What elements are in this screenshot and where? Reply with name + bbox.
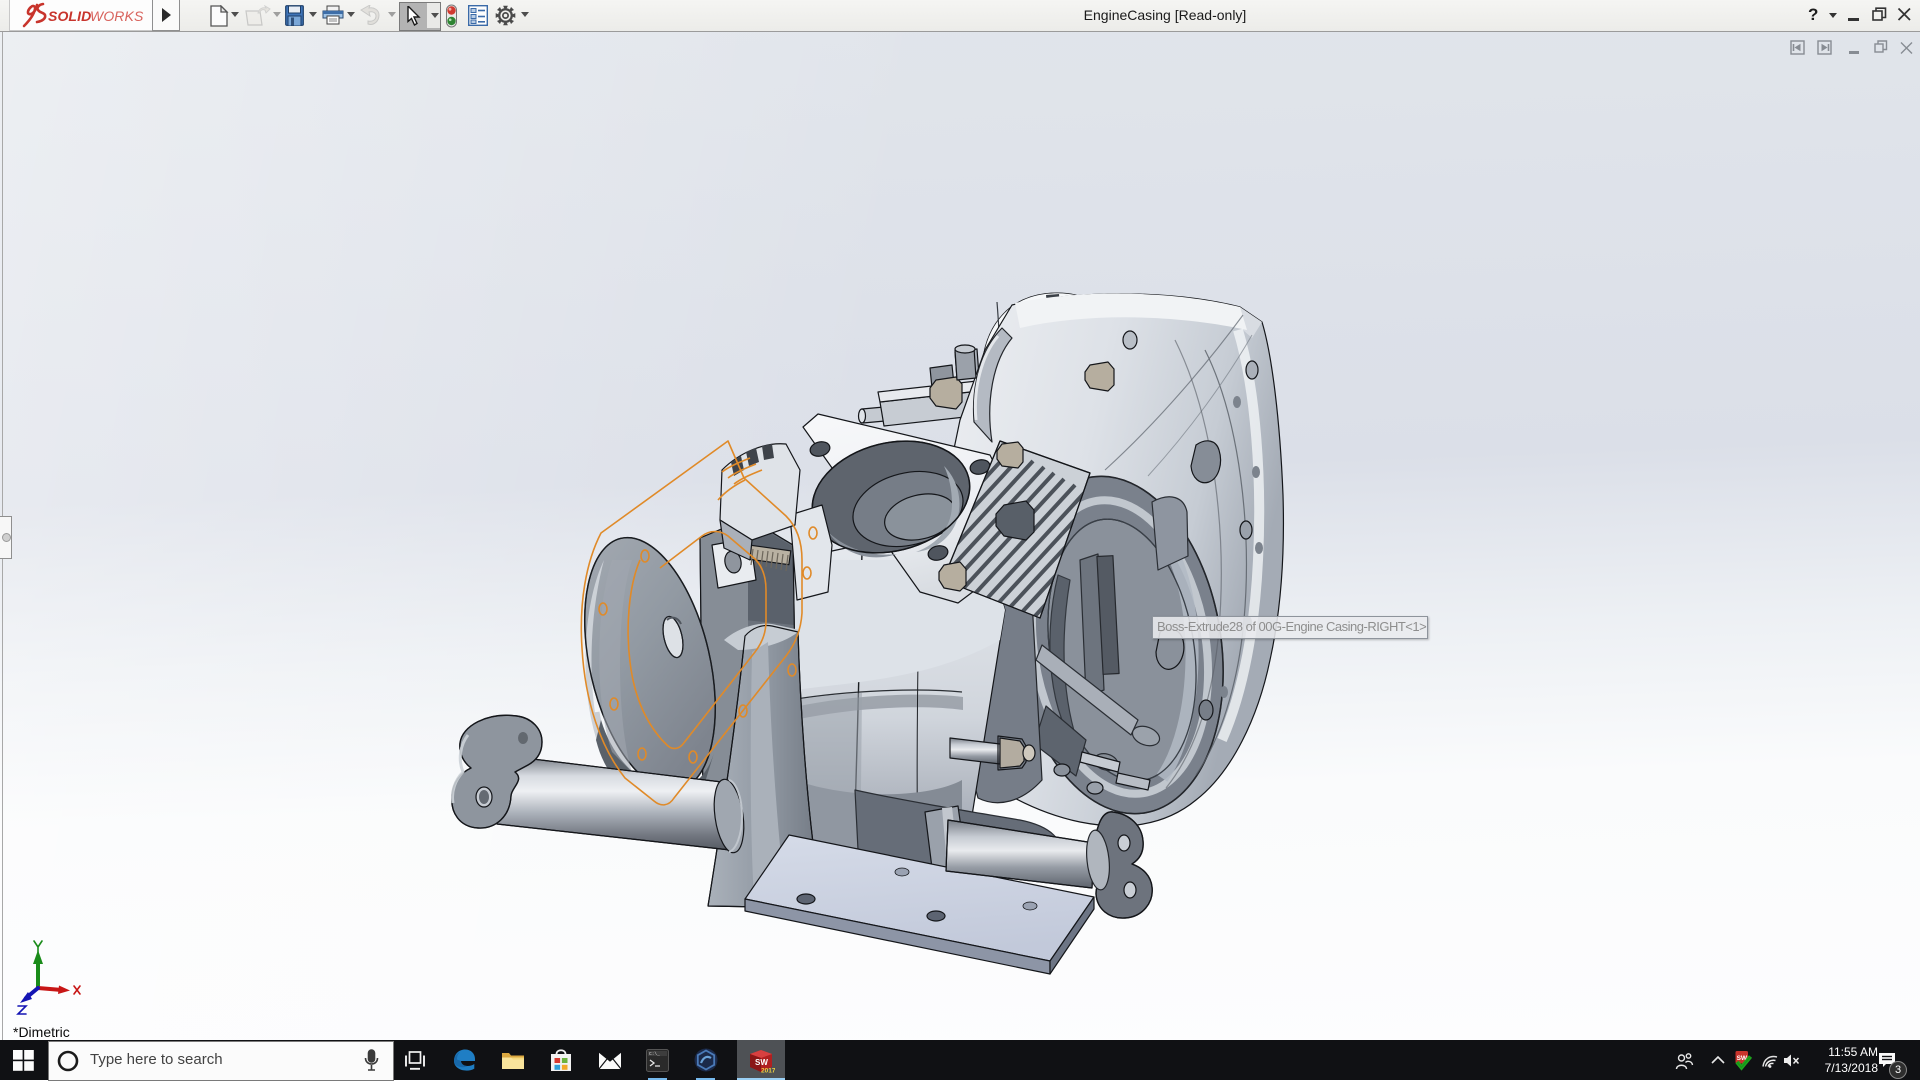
svg-text:C:\_: C:\_ bbox=[649, 1051, 660, 1057]
svg-text:SOLID: SOLID bbox=[48, 8, 91, 24]
svg-text:?: ? bbox=[1808, 5, 1818, 24]
svg-text:SW: SW bbox=[755, 1058, 768, 1067]
svg-text:2017: 2017 bbox=[761, 1068, 775, 1075]
svg-text:WORKS: WORKS bbox=[90, 8, 144, 24]
